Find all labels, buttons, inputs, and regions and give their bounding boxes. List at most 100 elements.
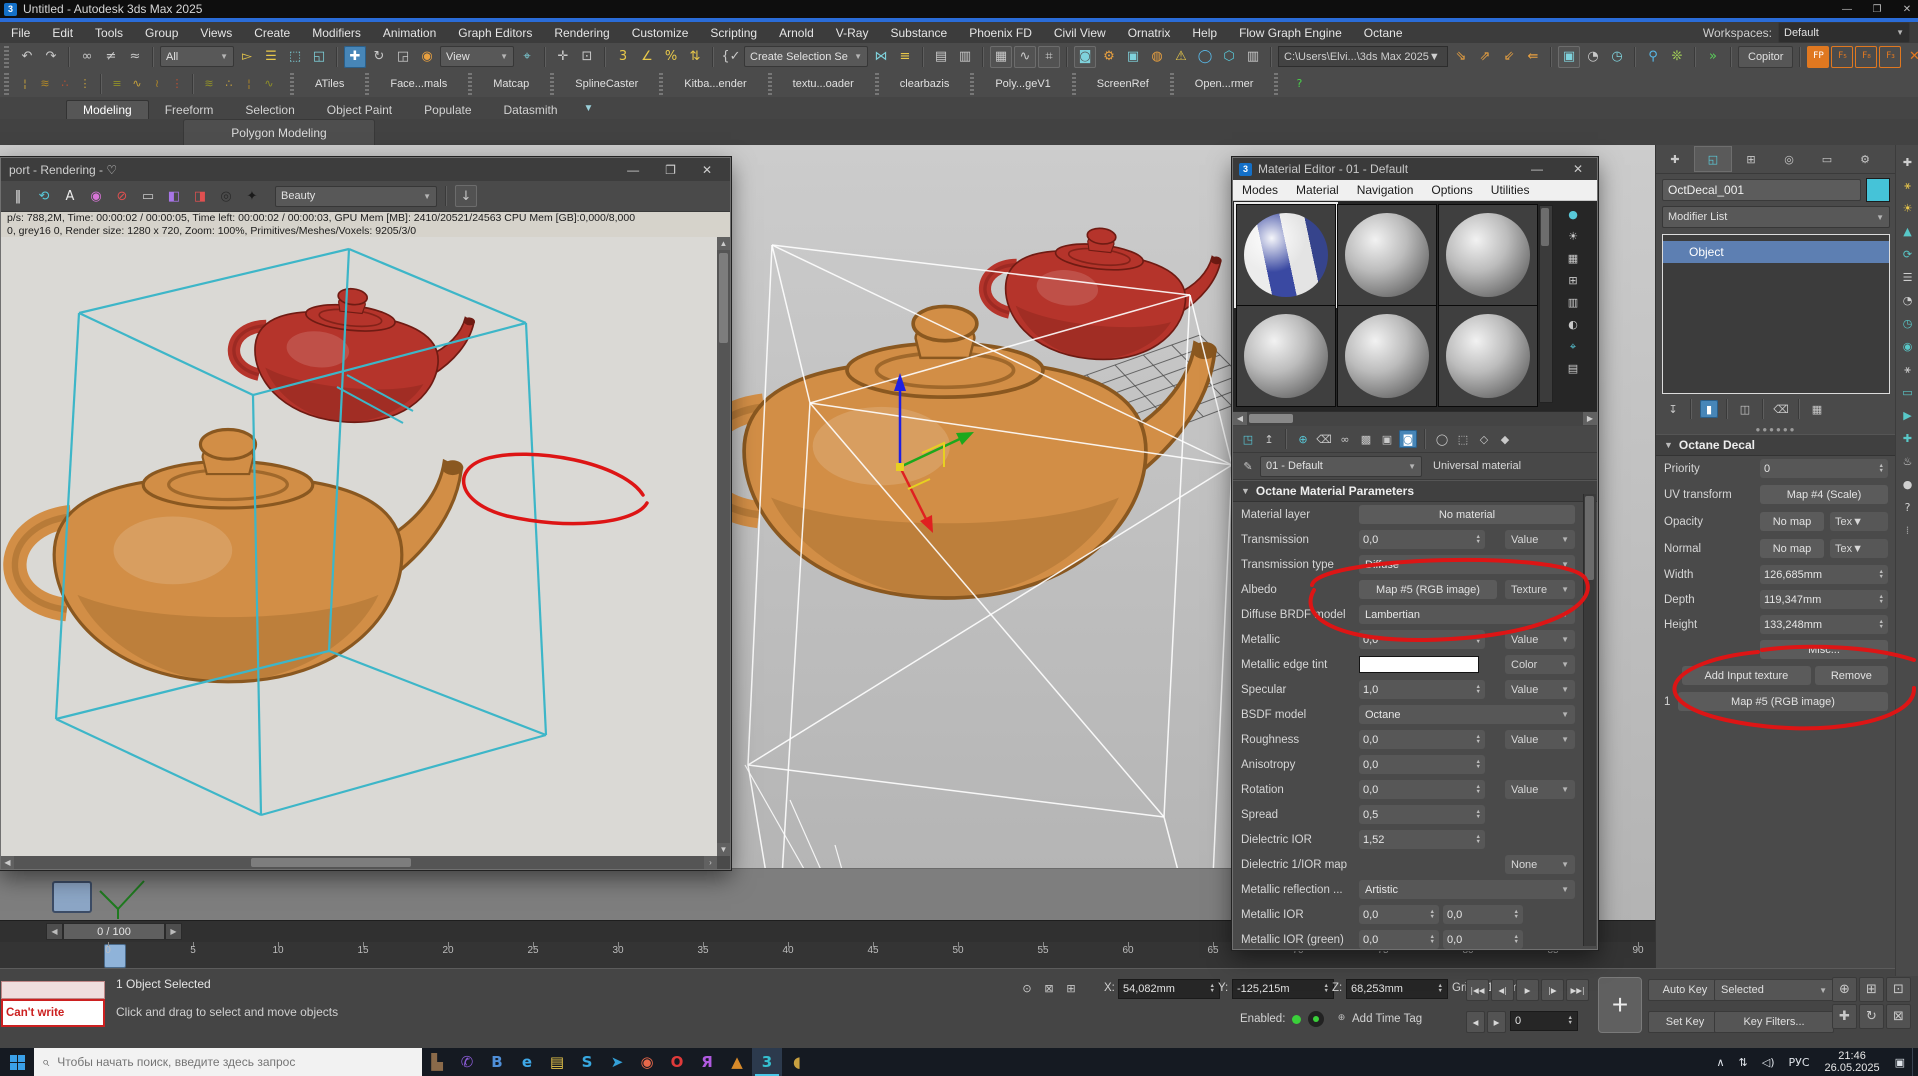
render-canvas[interactable] — [1, 237, 717, 856]
opera-icon[interactable]: O — [662, 1048, 692, 1076]
menu-arnold[interactable]: Arnold — [768, 22, 825, 43]
material-editor-icon[interactable]: ◙ — [1074, 45, 1096, 68]
octane-bulb-icon[interactable]: ⚹ — [1899, 360, 1917, 378]
restart-render-icon[interactable]: ⟲ — [33, 185, 55, 207]
close-script-icon[interactable]: ✕ — [1903, 46, 1918, 68]
script-button-clearbazis[interactable]: clearbazis — [891, 74, 959, 94]
mode-dropdown-rotation[interactable]: Value ▼ — [1505, 780, 1575, 799]
y-coordinate-field[interactable]: -125,215m ▲ ▼ — [1232, 979, 1334, 999]
undo-icon[interactable]: ↶ — [16, 46, 38, 68]
named-selection-dropdown[interactable]: Create Selection Se ▼ — [744, 46, 868, 67]
set-key-big-button[interactable]: + — [1598, 977, 1642, 1033]
spinner-specular[interactable]: 1,0 ▲ ▼ — [1359, 680, 1485, 699]
octane-bell-icon[interactable]: ◔ — [1899, 291, 1917, 309]
f5-icon[interactable]: F₅ — [1831, 46, 1853, 68]
select-by-name-icon[interactable]: ☰ — [260, 46, 282, 68]
zoom-extents-icon[interactable]: ⊡ — [1886, 977, 1911, 1002]
f8-icon[interactable]: F₈ — [1855, 46, 1877, 68]
timer-15-icon[interactable]: ◔ — [1582, 46, 1604, 68]
arnold-icon[interactable]: ◯ — [1194, 46, 1216, 68]
lock-selection-icon[interactable]: ⊠ — [1040, 979, 1058, 997]
bucket-red-icon[interactable]: ◨ — [189, 185, 211, 207]
menu-flow-graph-engine[interactable]: Flow Graph Engine — [1228, 22, 1353, 43]
rendered-frame-icon[interactable]: ▣ — [1122, 46, 1144, 68]
asset-tracking-icon[interactable]: ⇚ — [1522, 46, 1544, 68]
zoom-all-icon[interactable]: ⊞ — [1859, 977, 1884, 1002]
input-map-button[interactable]: Map #5 (RGB image) — [1678, 692, 1888, 711]
material-slot-5[interactable] — [1337, 305, 1437, 407]
add-input-texture-button[interactable]: Add Input texture — [1682, 666, 1811, 685]
ribbon-tab-object-paint[interactable]: Object Paint — [311, 101, 408, 119]
autosave-icon[interactable]: ▣ — [1558, 45, 1580, 68]
material-name-dropdown[interactable]: 01 - Default ▼ — [1260, 455, 1422, 477]
select-by-material-icon[interactable]: ⌖ — [1564, 337, 1582, 355]
zoom-icon[interactable]: ⊕ — [1832, 977, 1857, 1002]
show-map-viewport-icon[interactable]: ◙ — [1399, 430, 1417, 448]
import-asset-icon[interactable]: ⇘ — [1450, 46, 1472, 68]
toolbar-grip[interactable] — [4, 45, 9, 68]
me-menu-utilities[interactable]: Utilities — [1482, 183, 1539, 197]
pan-icon[interactable]: ✚ — [1832, 1004, 1857, 1029]
use-pivot-center-icon[interactable]: ⌖ — [516, 46, 538, 68]
material-slot-4[interactable] — [1236, 305, 1336, 407]
opacity-mode-dropdown[interactable]: Tex ▼ — [1830, 512, 1888, 531]
spinner-metallic-ior-green[interactable]: 0,0 ▲ ▼ — [1443, 930, 1523, 949]
clipboard-icon[interactable]: ▭ — [137, 185, 159, 207]
tab-polygon-modeling[interactable]: Polygon Modeling — [183, 119, 375, 145]
realtek-audio-icon[interactable]: ◖ — [782, 1048, 812, 1076]
ribbon-tab-selection[interactable]: Selection — [229, 101, 310, 119]
render-passes-icon[interactable]: A — [59, 185, 81, 207]
script-icon-10[interactable]: ∴ — [220, 75, 238, 93]
script-button-atiles[interactable]: ATiles — [306, 74, 353, 94]
window-crossing-icon[interactable]: ◱ — [308, 46, 330, 68]
script-icon-5[interactable]: ≡ — [108, 75, 126, 93]
normal-map-button[interactable]: No map — [1760, 539, 1824, 558]
vk-icon[interactable]: B — [482, 1048, 512, 1076]
maximize-button[interactable]: ❐ — [1862, 0, 1892, 18]
material-navigator-icon[interactable]: ▤ — [1564, 359, 1582, 377]
vlc-icon[interactable]: ▲ — [722, 1048, 752, 1076]
stop-render-icon[interactable]: ⊘ — [111, 185, 133, 207]
key-mode-dropdown[interactable]: Selected ▼ — [1714, 979, 1834, 1001]
utilities-tab-icon[interactable]: ⚙ — [1846, 146, 1884, 172]
time-slider-next-nub[interactable]: ▶ — [165, 923, 182, 940]
show-desktop-button[interactable] — [1912, 1048, 1918, 1076]
listener-error-line[interactable]: Can't write — [1, 999, 105, 1027]
align-icon[interactable]: ≡ — [894, 46, 916, 68]
dropdown-metallic-reflection[interactable]: Artistic ▼ — [1359, 880, 1575, 899]
script-icon-9[interactable]: ≋ — [200, 75, 218, 93]
ribbon-toggle-icon[interactable]: ▦ — [990, 45, 1012, 68]
map-button-material-layer[interactable]: No material — [1359, 505, 1575, 524]
time-slider-prev-nub[interactable]: ◀ — [46, 923, 63, 940]
spinner-roughness[interactable]: 0,0 ▲ ▼ — [1359, 730, 1485, 749]
manipulate-icon[interactable]: ✛ — [552, 46, 574, 68]
object-color-swatch[interactable] — [1866, 178, 1890, 202]
script-icon-1[interactable]: ¦ — [16, 75, 34, 93]
script-button-screenref[interactable]: ScreenRef — [1088, 74, 1158, 94]
bind-spacewarp-icon[interactable]: ≈ — [124, 46, 146, 68]
scale-icon[interactable]: ◲ — [392, 46, 414, 68]
spinner-metallic-ior[interactable]: 0,0 ▲ ▼ — [1359, 905, 1439, 924]
dropdown-bsdf-model[interactable]: Octane ▼ — [1359, 705, 1575, 724]
script-button-face-mals[interactable]: Face...mals — [381, 74, 456, 94]
current-frame-field[interactable]: 0 ▲ ▼ — [1510, 1011, 1578, 1031]
me-menu-modes[interactable]: Modes — [1233, 183, 1287, 197]
menu-views[interactable]: Views — [189, 22, 243, 43]
isolate-selection-icon[interactable]: ⊙ — [1018, 979, 1036, 997]
render-vscrollbar[interactable]: ▲ ▼ — [717, 237, 730, 856]
show-end-result-icon[interactable]: ◯ — [1433, 430, 1451, 448]
telegram-icon[interactable]: ➤ — [602, 1048, 632, 1076]
menu-scripting[interactable]: Scripting — [699, 22, 768, 43]
maximize-button[interactable]: ❐ — [665, 163, 676, 177]
select-move-icon[interactable]: ✚ — [344, 45, 366, 68]
menu-substance[interactable]: Substance — [879, 22, 958, 43]
z-coordinate-field[interactable]: 68,253mm ▲ ▼ — [1346, 979, 1448, 999]
toolbar-grip[interactable] — [4, 72, 9, 95]
width-spinner[interactable]: 126,685mm ▲ ▼ — [1760, 565, 1888, 584]
project-path-field[interactable]: C:\Users\Elvi...\3ds Max 2025 ▼ — [1278, 46, 1448, 67]
redo-icon[interactable]: ↷ — [40, 46, 62, 68]
modifier-list-dropdown[interactable]: Modifier List ▼ — [1662, 206, 1890, 228]
layer-manager-icon[interactable]: ▥ — [954, 46, 976, 68]
octane-light-icon[interactable]: ⚹ — [1899, 176, 1917, 194]
edge-icon[interactable]: e — [512, 1048, 542, 1076]
